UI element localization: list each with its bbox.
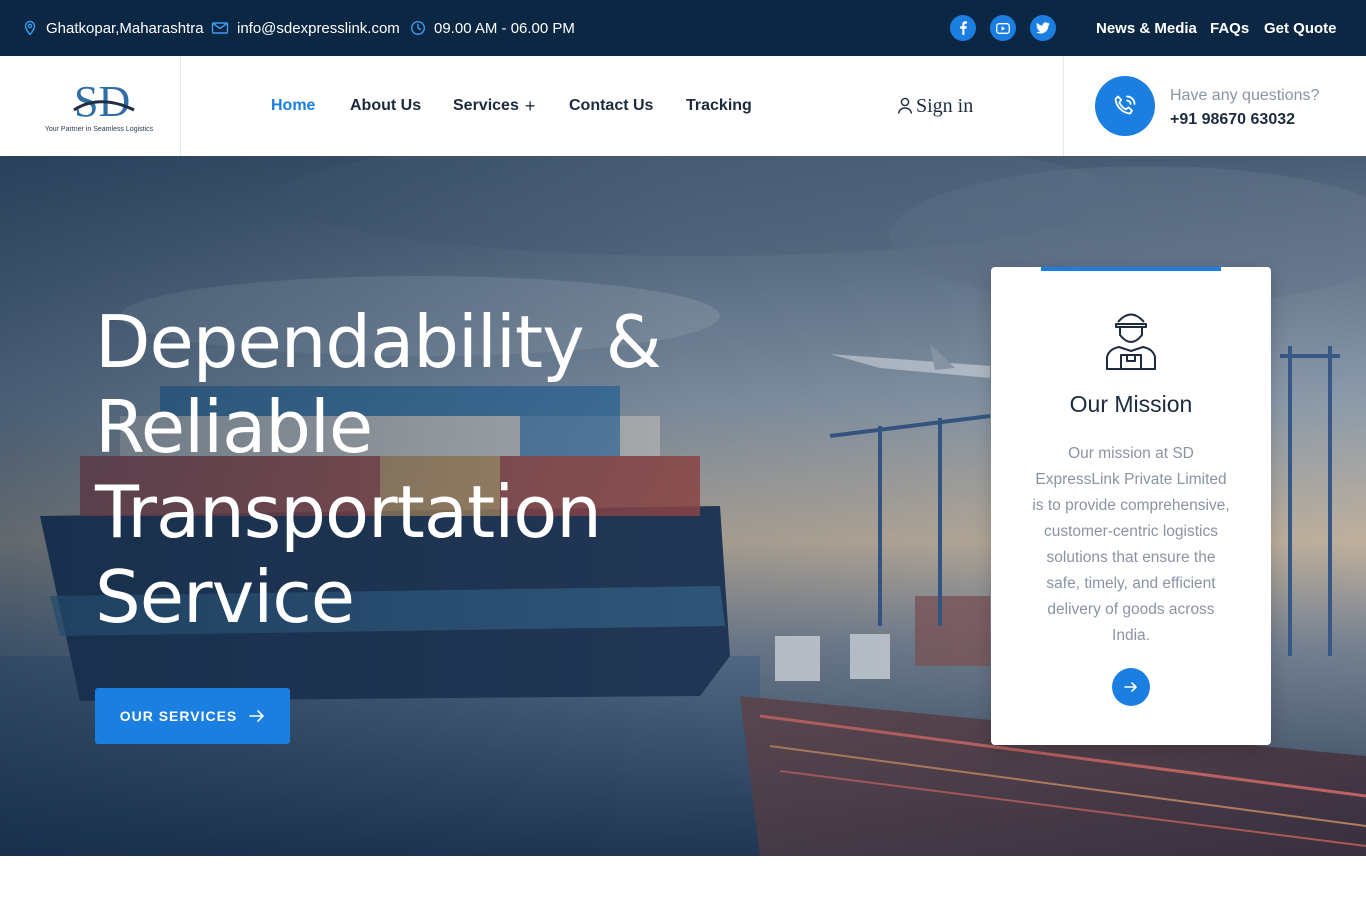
mission-text: Our mission at SD ExpressLink Private Li…	[1032, 445, 1230, 644]
mail-icon	[211, 22, 229, 34]
mission-title: Our Mission	[1069, 391, 1193, 417]
clock-icon	[410, 20, 426, 36]
arrow-right-icon	[249, 710, 265, 722]
top-bar: Ghatkopar,Maharashtra info@sdexpresslink…	[0, 0, 1366, 56]
nav-tracking[interactable]: Tracking	[686, 56, 752, 156]
nav-services-label: Services	[453, 97, 519, 114]
topbar-location-text: Ghatkopar,Maharashtra	[46, 19, 204, 37]
hero-title-line-4: Service	[95, 555, 355, 639]
contact-question: Have any questions?	[1170, 87, 1320, 104]
user-icon	[897, 97, 913, 114]
hero-title-line-3: Transportation	[95, 470, 602, 554]
topbar-hours-text: 09.00 AM - 06.00 PM	[434, 19, 575, 37]
mission-card: Our Mission Our mission at SD ExpressLin…	[991, 267, 1271, 745]
plus-icon: +	[524, 95, 536, 116]
site-header: SD Your Partner in Seamless Logistics Ho…	[0, 56, 1366, 156]
nav-contact-label: Contact Us	[569, 97, 654, 114]
phone-icon[interactable]	[1095, 76, 1155, 136]
sd-logo-mark: SD	[73, 77, 135, 124]
topbar-location: Ghatkopar,Maharashtra	[22, 0, 204, 56]
mission-accent-bar	[1041, 267, 1221, 271]
our-services-button[interactable]: OUR SERVICES	[95, 688, 290, 744]
twitter-icon[interactable]	[1030, 15, 1056, 41]
topbar-email[interactable]: info@sdexpresslink.com	[211, 0, 400, 56]
news-media-link[interactable]: News & Media	[1096, 0, 1197, 56]
arrow-right-icon	[1124, 682, 1137, 692]
header-contact: Have any questions? +91 98670 63032	[1063, 56, 1366, 156]
youtube-icon[interactable]	[990, 15, 1016, 41]
get-quote-link[interactable]: Get Quote	[1264, 0, 1337, 56]
nav-contact-us[interactable]: Contact Us	[569, 56, 653, 156]
hero-title: Dependability & Reliable Transportation …	[95, 300, 735, 640]
facebook-icon[interactable]	[950, 15, 976, 41]
nav-tracking-label: Tracking	[686, 97, 752, 114]
our-services-label: OUR SERVICES	[119, 708, 238, 724]
contact-phone[interactable]: +91 98670 63032	[1170, 111, 1295, 129]
nav-services[interactable]: Services +	[453, 56, 535, 156]
logo-tagline: Your Partner in Seamless Logistics	[44, 126, 154, 133]
hero-banner: Dependability & Reliable Transportation …	[0, 156, 1366, 856]
delivery-man-icon	[1106, 313, 1156, 370]
hero-title-line-2: Reliable	[95, 385, 373, 469]
mission-arrow-button[interactable]	[1112, 668, 1150, 706]
sign-in-button[interactable]: Sign in	[897, 56, 973, 156]
nav-home[interactable]: Home	[271, 56, 315, 156]
nav-home-label: Home	[271, 97, 316, 114]
faqs-link[interactable]: FAQs	[1210, 0, 1249, 56]
topbar-hours: 09.00 AM - 06.00 PM	[410, 0, 575, 56]
logo[interactable]: SD Your Partner in Seamless Logistics	[0, 56, 181, 156]
hero-title-line-1: Dependability &	[95, 300, 662, 384]
topbar-email-text[interactable]: info@sdexpresslink.com	[237, 20, 400, 37]
sign-in-label: Sign in	[916, 94, 974, 117]
nav-about-label: About Us	[350, 97, 422, 114]
location-pin-icon	[24, 20, 36, 36]
nav-about-us[interactable]: About Us	[350, 56, 421, 156]
